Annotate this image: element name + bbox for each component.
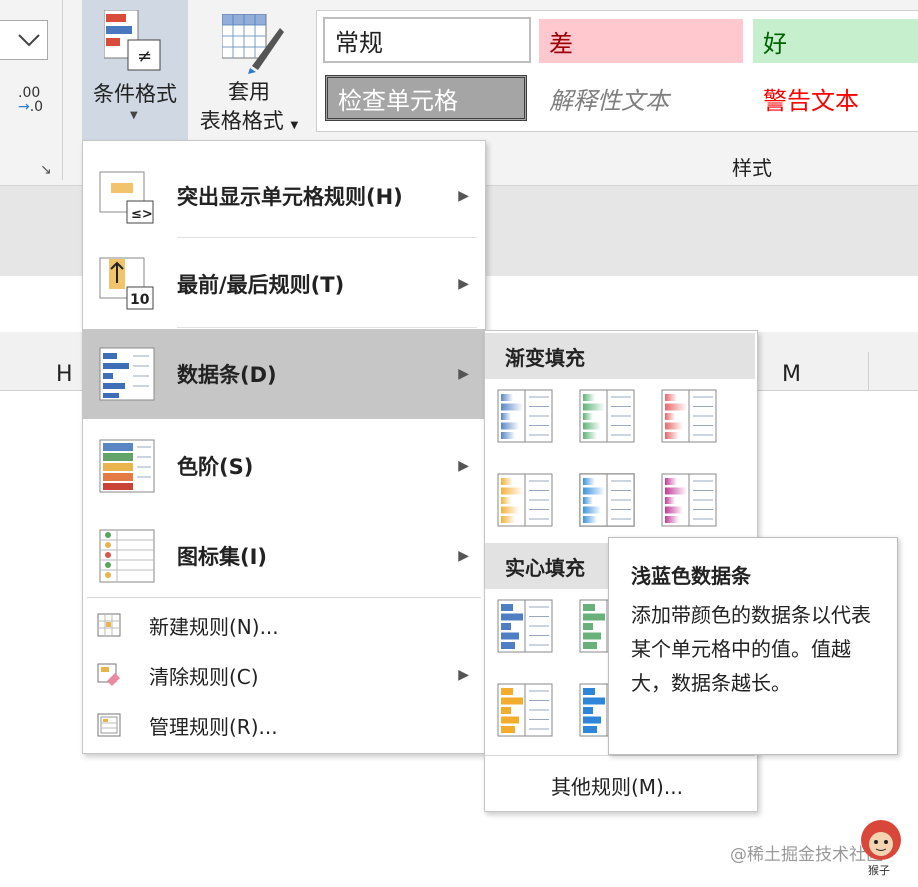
color-scales-icon [99, 439, 155, 493]
gradient-data-bar-light-blue[interactable] [579, 473, 635, 527]
tooltip: 浅蓝色数据条 添加带颜色的数据条以代表某个单元格中的值。值越大，数据条越长。 [608, 537, 898, 755]
format-as-table-label: 套用 表格格式 ▼ [190, 78, 308, 140]
menu-divider [177, 237, 477, 238]
gradient-data-bar-purple[interactable] [661, 473, 717, 527]
submenu-arrow-icon: ▶ [458, 548, 469, 564]
caret-down-icon: ▼ [130, 110, 138, 121]
tooltip-body: 添加带颜色的数据条以代表某个单元格中的值。值越大，数据条越长。 [631, 603, 871, 695]
top-bottom-rules-icon: 10 [99, 257, 154, 310]
menu-item-data-bars[interactable]: 数据条(D) ▶ [83, 329, 485, 419]
menu-divider [177, 327, 477, 328]
column-header-h[interactable]: H [56, 362, 73, 387]
submenu-arrow-icon: ▶ [458, 667, 469, 683]
menu-item-label: 最前/最后规则(T) [177, 273, 345, 297]
menu-item-new-rule[interactable]: 新建规则(N)... [83, 601, 485, 649]
chevron-down-icon [18, 34, 40, 47]
decimal-label-2: .0 [29, 99, 44, 115]
submenu-divider [485, 755, 755, 756]
style-bad[interactable]: 差 [539, 19, 743, 63]
format-as-table-icon [222, 14, 284, 74]
menu-item-label: 色阶(S) [177, 455, 254, 479]
style-normal[interactable]: 常规 [323, 17, 531, 63]
menu-item-label: 管理规则(R)... [149, 714, 278, 739]
column-divider [868, 352, 869, 390]
menu-item-clear-rules[interactable]: 清除规则(C) ▶ [83, 651, 485, 699]
submenu-arrow-icon: ▶ [458, 458, 469, 474]
style-good-label: 好 [763, 29, 787, 58]
svg-text:10: 10 [130, 292, 150, 308]
data-bar-swatch-icon [497, 683, 553, 737]
style-warning[interactable]: 警告文本 [753, 75, 918, 121]
decrease-decimal-button[interactable]: .00 →.0 [18, 86, 43, 114]
new-rule-icon [97, 613, 121, 637]
manage-rules-icon [97, 713, 121, 737]
menu-item-label: 数据条(D) [177, 363, 277, 387]
style-normal-label: 常规 [335, 28, 383, 57]
data-bar-swatch-icon [497, 473, 553, 527]
gradient-data-bar-orange[interactable] [497, 473, 553, 527]
column-header-m[interactable]: M [782, 362, 801, 387]
submenu-arrow-icon: ▶ [458, 366, 469, 382]
data-bars-icon [99, 347, 155, 401]
solid-fill-title: 实心填充 [505, 555, 585, 580]
style-warning-label: 警告文本 [763, 86, 859, 115]
svg-text:≠: ≠ [137, 46, 152, 67]
style-explanatory[interactable]: 解释性文本 [539, 75, 743, 121]
highlight-cells-rules-icon: ≤> [99, 171, 154, 224]
data-bar-swatch-icon [579, 389, 635, 443]
icon-sets-icon [99, 529, 155, 583]
svg-text:猴子: 猴子 [868, 863, 890, 877]
mascot-logo: 猴子 [861, 820, 901, 877]
menu-divider [87, 597, 481, 598]
menu-item-color-scales[interactable]: 色阶(S) ▶ [83, 421, 485, 511]
dialog-launcher-icon[interactable]: ↘ [40, 162, 52, 178]
clear-rules-icon [97, 663, 120, 686]
conditional-format-menu: ≤> 突出显示单元格规则(H) ▶ 10 最前/最后规则(T) ▶ 数据条(D)… [82, 140, 486, 754]
menu-item-label: 突出显示单元格规则(H) [177, 185, 403, 209]
solid-data-bar-orange[interactable] [497, 683, 553, 737]
format-as-table-line1: 套用 [228, 80, 270, 104]
data-bar-swatch-icon [497, 599, 553, 653]
solid-data-bar-blue[interactable] [497, 599, 553, 653]
style-good[interactable]: 好 [753, 19, 918, 63]
style-check-cell[interactable]: 检查单元格 [325, 75, 527, 121]
cell-styles-gallery: 常规 差 好 检查单元格 解释性文本 警告文本 [316, 10, 918, 132]
style-check-cell-label: 检查单元格 [338, 86, 458, 115]
gradient-data-bar-red[interactable] [661, 389, 717, 443]
submenu-arrow-icon: ▶ [458, 188, 469, 204]
data-bar-swatch-icon [661, 473, 717, 527]
menu-item-label: 清除规则(C) [149, 664, 259, 689]
more-rules-item[interactable]: 其他规则(M)... [551, 771, 683, 800]
conditional-format-label: 条件格式 [93, 82, 177, 106]
conditional-format-icon: ≠ [104, 10, 161, 71]
format-as-table-line2: 表格格式 ▼ [199, 109, 299, 133]
svg-text:≤>: ≤> [131, 207, 153, 222]
gradient-fill-header: 渐变填充 [485, 333, 755, 379]
gradient-data-bar-blue[interactable] [497, 389, 553, 443]
gradient-data-bar-green[interactable] [579, 389, 635, 443]
group-divider [62, 0, 63, 180]
gradient-fill-title: 渐变填充 [505, 345, 585, 370]
submenu-arrow-icon: ▶ [458, 276, 469, 292]
menu-item-highlight-rules[interactable]: ≤> 突出显示单元格规则(H) ▶ [83, 149, 485, 243]
tooltip-title: 浅蓝色数据条 [631, 564, 751, 588]
menu-item-label: 图标集(I) [177, 545, 268, 569]
menu-item-top-bottom-rules[interactable]: 10 最前/最后规则(T) ▶ [83, 239, 485, 329]
data-bar-swatch-icon [579, 473, 635, 527]
style-bad-label: 差 [549, 29, 573, 58]
menu-item-manage-rules[interactable]: 管理规则(R)... [83, 701, 485, 749]
style-explanatory-label: 解释性文本 [549, 86, 669, 115]
data-bar-swatch-icon [661, 389, 717, 443]
data-bar-swatch-icon [497, 389, 553, 443]
styles-group-label: 样式 [732, 156, 772, 180]
font-size-dropdown[interactable] [0, 20, 48, 60]
menu-item-label: 新建规则(N)... [149, 614, 279, 639]
menu-item-icon-sets[interactable]: 图标集(I) ▶ [83, 511, 485, 601]
